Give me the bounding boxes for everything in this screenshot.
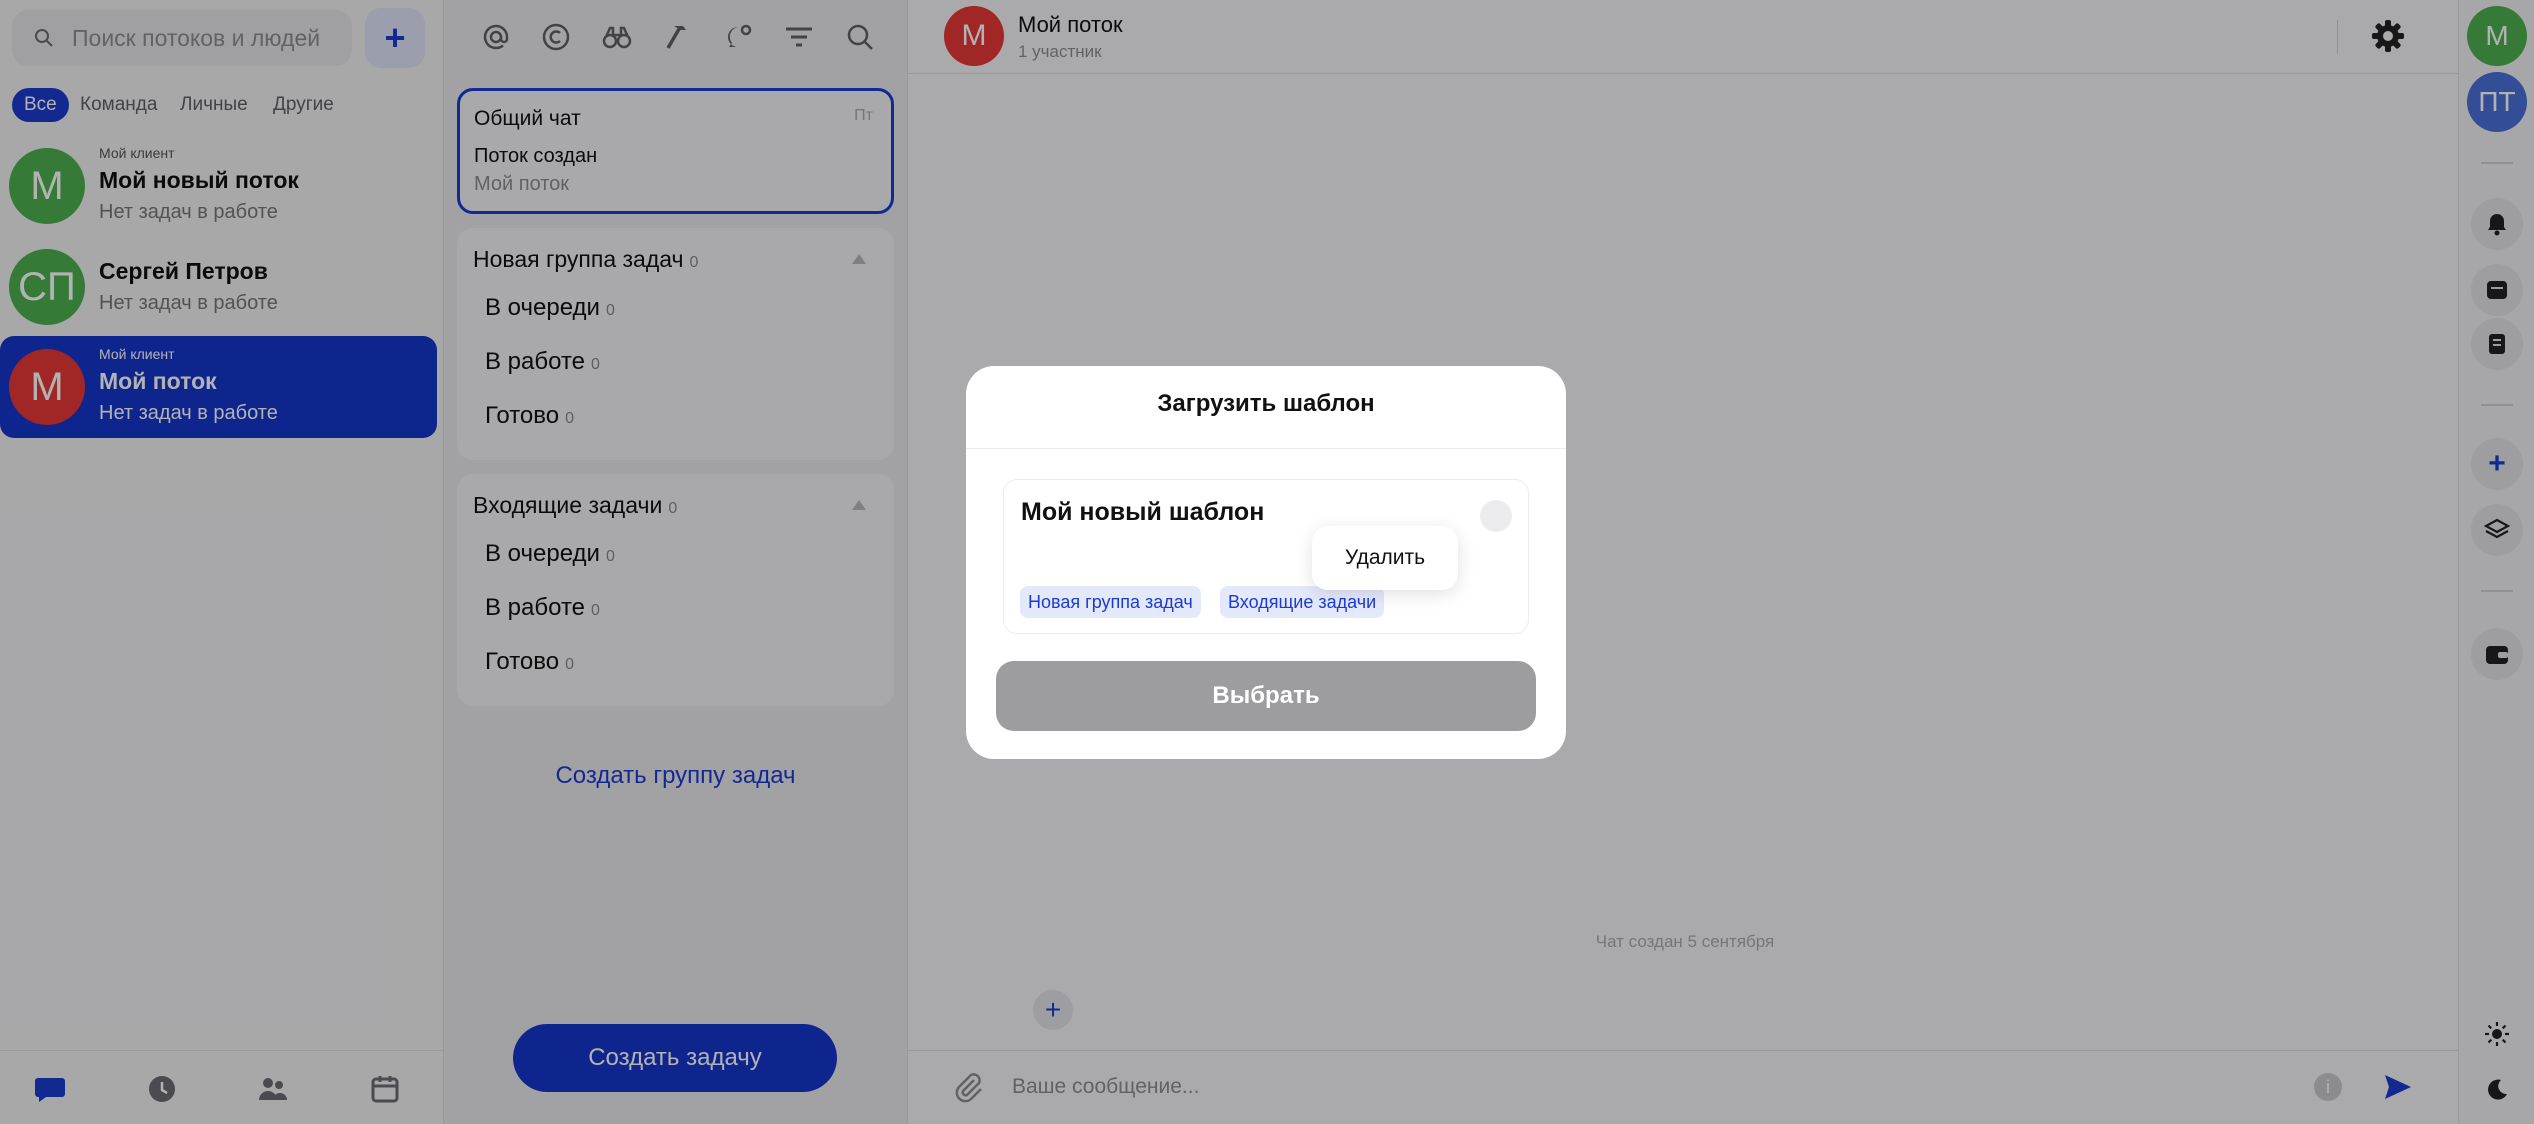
template-radio[interactable] bbox=[1480, 500, 1512, 532]
delete-template-menu-item[interactable]: Удалить bbox=[1312, 526, 1458, 590]
load-template-modal: Загрузить шаблон Мой новый шаблон Новая … bbox=[966, 366, 1566, 759]
select-template-button[interactable]: Выбрать bbox=[996, 661, 1536, 731]
modal-title: Загрузить шаблон bbox=[1157, 390, 1375, 417]
template-tag: Входящие задачи bbox=[1220, 586, 1385, 618]
template-name: Мой новый шаблон bbox=[1021, 498, 1265, 526]
template-tag: Новая группа задач bbox=[1020, 586, 1201, 618]
modal-divider bbox=[966, 448, 1566, 449]
